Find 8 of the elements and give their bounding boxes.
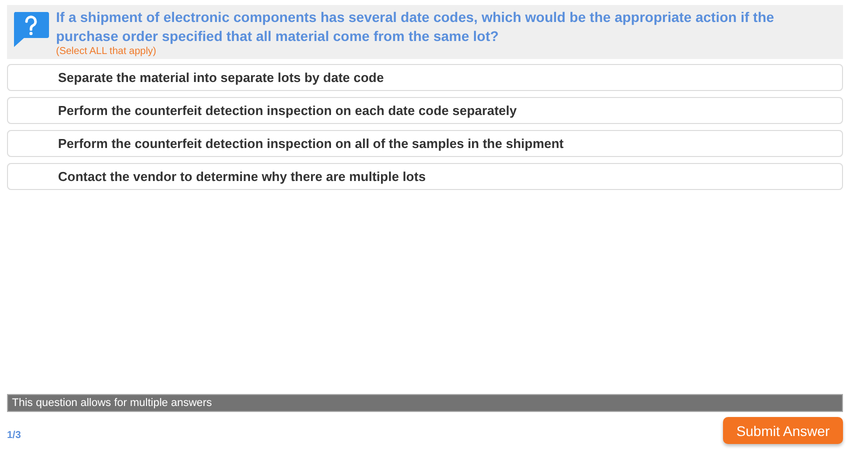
instruction-text: (Select ALL that apply): [56, 46, 158, 58]
question-text: If a shipment of electronic components has several date codes, which would be the appropriate action if the purchase order specified that all material come from the same lot?: [56, 8, 776, 46]
answer-option[interactable]: Separate the material into separate lots by date code: [7, 64, 843, 91]
notice-bar: This question allows for multiple answers: [7, 394, 843, 412]
answer-option[interactable]: Contact the vendor to determine why there are multiple lots: [7, 163, 843, 190]
answer-option[interactable]: Perform the counterfeit detection inspection on each date code separately: [7, 97, 843, 124]
progress-counter: 1/3: [7, 430, 21, 441]
answer-option[interactable]: Perform the counterfeit detection inspection on all of the samples in the shipment: [7, 130, 843, 157]
